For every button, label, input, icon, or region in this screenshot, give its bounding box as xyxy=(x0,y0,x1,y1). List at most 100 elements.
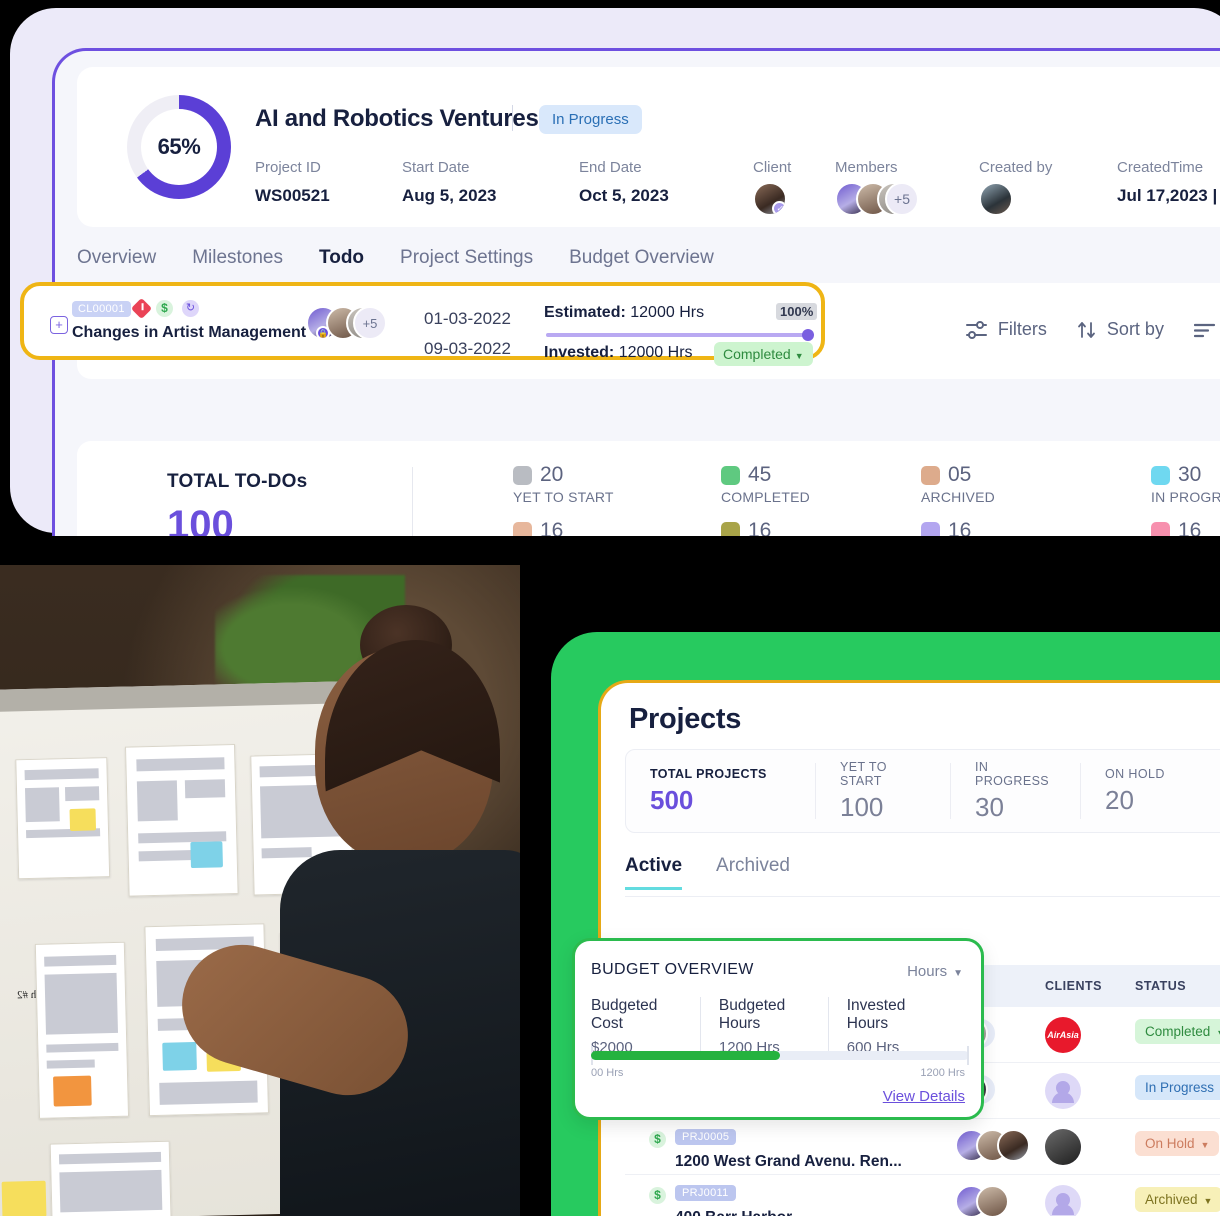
budget-axis-max: 1200 Hrs xyxy=(920,1067,965,1079)
avatar[interactable] xyxy=(976,1185,1009,1216)
row-status-dropdown[interactable]: Completed ▼ xyxy=(1135,1019,1220,1044)
meta-value: WS00521 xyxy=(255,186,330,205)
track-end-cap xyxy=(967,1046,969,1065)
row-members[interactable] xyxy=(955,1185,1009,1216)
avatar[interactable] xyxy=(979,182,1013,216)
tab-budget-overview[interactable]: Budget Overview xyxy=(569,247,714,269)
stat-completed[interactable]: 45 COMPLETED xyxy=(721,463,921,505)
stat-count: 16 xyxy=(948,519,972,536)
expand-plus-icon[interactable]: + xyxy=(50,316,68,334)
stat-archived[interactable]: 05 ARCHIVED xyxy=(921,463,1151,505)
swatch-icon xyxy=(513,465,532,485)
client-avatar-placeholder[interactable] xyxy=(1045,1073,1081,1109)
stat-yet-to-start[interactable]: YET TO START 100 xyxy=(816,760,951,822)
view-details-link[interactable]: View Details xyxy=(883,1088,965,1105)
stat-in-development[interactable]: 16 IN DEVELOPMENT xyxy=(921,519,1151,536)
stat-total-projects[interactable]: TOTAL PROJECTS 500 xyxy=(626,763,816,819)
column-header-clients: CLIENTS xyxy=(1045,979,1102,993)
projects-tabs[interactable]: Active Archived xyxy=(625,855,790,890)
todo-dates: 01-03-2022 09-03-2022 xyxy=(424,304,511,364)
todo-members-overflow[interactable]: +5 xyxy=(353,306,387,340)
stat-label: TOTAL PROJECTS xyxy=(650,766,767,781)
todo-title: Changes in Artist Management xyxy=(72,324,307,341)
priority-diamond-icon xyxy=(130,297,153,320)
todo-progress-bar[interactable] xyxy=(546,329,814,341)
total-todos-value: 100 xyxy=(167,503,234,536)
stat-in-discussion[interactable]: 16 IN DISCUSSION xyxy=(721,519,921,536)
members-avatar-group[interactable]: +5 xyxy=(835,182,919,216)
row-status-dropdown[interactable]: In Progress▼ xyxy=(1135,1075,1220,1100)
filters-label: Filters xyxy=(997,319,1047,339)
avatar[interactable]: ✓ xyxy=(753,182,787,216)
tab-active[interactable]: Active xyxy=(625,855,683,890)
progress-thumb[interactable] xyxy=(802,329,814,341)
tab-milestones[interactable]: Milestones xyxy=(192,247,283,269)
row-members[interactable] xyxy=(955,1129,1030,1162)
budget-overview-title: BUDGET OVERVIEW xyxy=(591,961,754,978)
row-status-dropdown[interactable]: Archived ▼ xyxy=(1135,1187,1220,1212)
todo-invested: Invested: 12000 Hrs xyxy=(544,344,693,362)
todo-status-dropdown[interactable]: Completed ▼ xyxy=(714,342,813,366)
stat-open[interactable]: 16 OPEN xyxy=(513,519,721,536)
budget-unit-label: Hours xyxy=(907,963,948,980)
highlighted-todo-row[interactable]: + CL00001 $ ↻ Changes in Artist Manageme… xyxy=(20,282,825,366)
table-row[interactable]: $ PRJ0005 1200 West Grand Avenu. Ren... … xyxy=(625,1119,1220,1175)
progress-percent-label: 65% xyxy=(157,134,201,159)
budget-unit-dropdown[interactable]: Hours ▼ xyxy=(907,963,963,980)
stat-yet-to-start[interactable]: 20 YET TO START xyxy=(513,463,721,505)
estimated-value: 12000 Hrs xyxy=(630,304,705,321)
budget-progress-fill xyxy=(591,1051,780,1060)
user-icon-body xyxy=(1052,1092,1074,1103)
tab-todo[interactable]: Todo xyxy=(319,247,364,269)
status-badge[interactable]: In Progress xyxy=(539,105,642,134)
client-avatar-group[interactable]: ✓ xyxy=(753,182,791,216)
row-status-dropdown[interactable]: On Hold ▼ xyxy=(1135,1131,1220,1156)
table-row[interactable]: $ PRJ0011 400 Barr Harbor Archived ▼ xyxy=(625,1175,1220,1216)
avatar[interactable] xyxy=(997,1129,1030,1162)
invested-label: Invested: xyxy=(544,344,615,361)
invested-value: 12000 Hrs xyxy=(618,344,693,361)
stat-in-progress[interactable]: 30 IN PROGRESS xyxy=(1151,463,1220,505)
tab-project-settings[interactable]: Project Settings xyxy=(400,247,533,269)
stat-label: ARCHIVED xyxy=(921,489,995,505)
swatch-icon xyxy=(721,465,740,485)
stat-in-progress[interactable]: IN PROGRESS 30 xyxy=(951,759,1081,822)
todo-status-grid: 20 YET TO START 45 COMPLETED 05 ARCHIVED… xyxy=(513,463,1220,536)
meta-value: Jul 17,2023 | 8: xyxy=(1117,186,1220,205)
meta-created-time: CreatedTime Jul 17,2023 | 8: xyxy=(1117,159,1220,206)
budget-cost-label: Budgeted Cost xyxy=(591,997,658,1032)
invested-hours-label: Invested Hours xyxy=(846,997,906,1032)
budget-progress-track[interactable] xyxy=(591,1046,969,1065)
list-toolbar: Filters Sort by Timeline View xyxy=(965,319,1220,340)
stats-divider xyxy=(412,467,413,536)
stat-label: IN PROGRESS xyxy=(975,759,1050,788)
tabs-underline xyxy=(625,896,1220,897)
meta-label: Start Date xyxy=(402,159,470,176)
project-tabs[interactable]: Overview Milestones Todo Project Setting… xyxy=(77,247,714,269)
stat-qa-review[interactable]: 16 QA REVIEW xyxy=(1151,519,1220,536)
meta-created-by: Created by xyxy=(979,159,1052,216)
sort-by-button[interactable]: Sort by xyxy=(1077,319,1164,340)
tab-overview[interactable]: Overview xyxy=(77,247,156,269)
status-label: Archived xyxy=(1145,1192,1198,1207)
sort-by-label: Sort by xyxy=(1106,319,1164,339)
project-code-badge: PRJ0011 xyxy=(675,1185,736,1201)
timeline-view-button[interactable]: Timeline View xyxy=(1193,319,1220,340)
client-avatar-photo[interactable] xyxy=(1045,1129,1081,1165)
estimated-label: Estimated: xyxy=(544,304,626,321)
stat-count: 16 xyxy=(748,519,772,536)
filters-button[interactable]: Filters xyxy=(965,319,1047,340)
created-by-avatar-group[interactable] xyxy=(979,182,1052,216)
members-overflow-count[interactable]: +5 xyxy=(885,182,919,216)
stat-value: 100 xyxy=(840,791,884,822)
tab-archived[interactable]: Archived xyxy=(716,855,790,890)
chevron-down-icon: ▼ xyxy=(794,351,804,361)
avatar xyxy=(1045,1129,1081,1165)
page-title: AI and Robotics Ventures xyxy=(255,105,539,132)
client-avatar-placeholder[interactable] xyxy=(1045,1185,1081,1216)
stat-on-hold[interactable]: ON HOLD 20 xyxy=(1081,763,1191,819)
client-logo-airasia[interactable]: AirAsia xyxy=(1045,1017,1081,1053)
meta-value: Aug 5, 2023 xyxy=(402,186,497,205)
stat-count: 45 xyxy=(748,463,772,486)
projects-green-backdrop: Projects TOTAL PROJECTS 500 YET TO START… xyxy=(551,632,1220,1216)
